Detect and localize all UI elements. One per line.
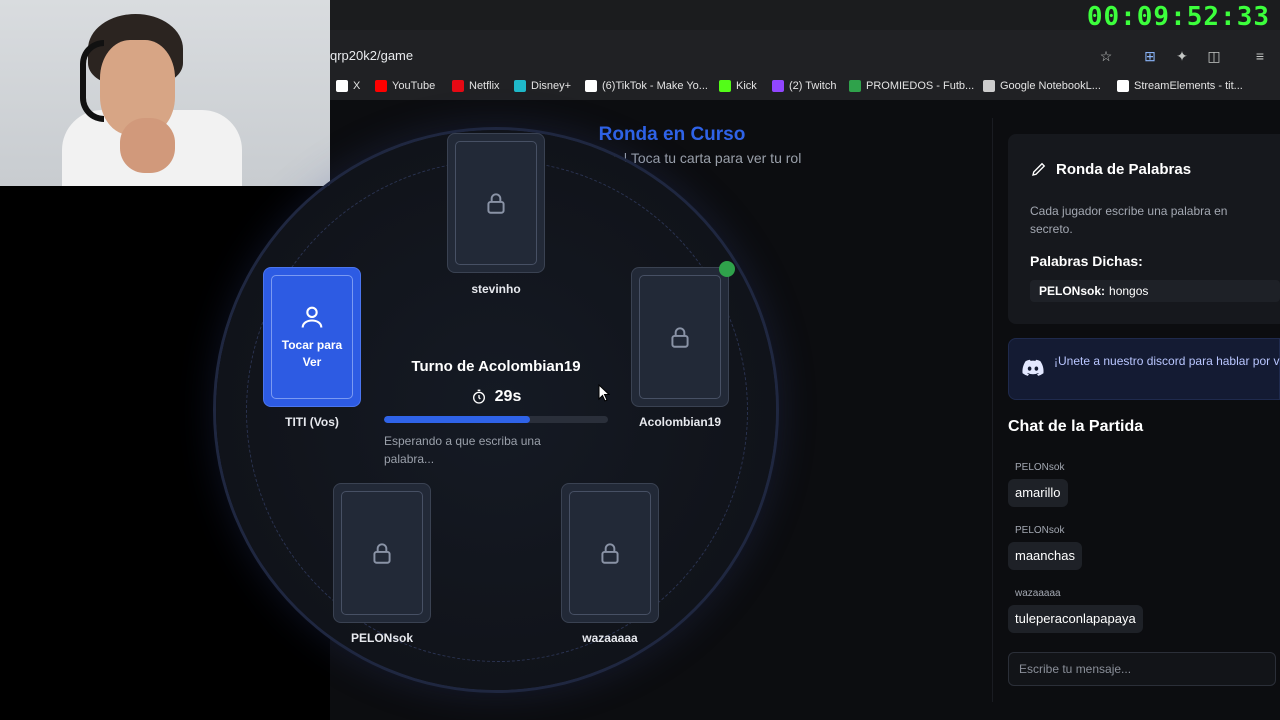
ready-indicator bbox=[719, 261, 735, 277]
url-text[interactable]: qrp20k2/game bbox=[330, 48, 413, 63]
player-name-bottom-right: wazaaaaa bbox=[582, 631, 638, 645]
bookmark-item[interactable]: YouTube bbox=[375, 80, 435, 92]
seconds-left: 29s bbox=[494, 388, 522, 405]
words-panel-title: Ronda de Palabras bbox=[1030, 160, 1191, 178]
chat-message: maanchas bbox=[1008, 542, 1082, 570]
notebooklm-icon bbox=[983, 80, 995, 92]
youtube-icon bbox=[375, 80, 387, 92]
kick-icon bbox=[719, 80, 731, 92]
bookmark-label: Kick bbox=[736, 80, 757, 92]
chat-title: Chat de la Partida bbox=[1008, 418, 1144, 435]
disney-icon bbox=[514, 80, 526, 92]
player-name-top: stevinho bbox=[471, 282, 521, 296]
streamelements-icon bbox=[1117, 80, 1129, 92]
pencil-icon bbox=[1032, 162, 1046, 176]
bookmark-item[interactable]: Disney+ bbox=[514, 80, 571, 92]
player-card-wazaaaaa bbox=[561, 483, 659, 623]
chat-message-user: PELONsok bbox=[1015, 525, 1065, 536]
player-card-acolombian19 bbox=[631, 267, 729, 407]
stream-timer: 00:09:52:33 bbox=[1086, 2, 1270, 32]
waiting-text: Esperando a que escriba una palabra... bbox=[384, 434, 541, 466]
bookmark-label: Google NotebookL... bbox=[1000, 80, 1101, 92]
x-icon bbox=[336, 80, 348, 92]
lock-icon bbox=[601, 543, 619, 564]
lock-icon bbox=[373, 543, 391, 564]
player-name-left: TITI (Vos) bbox=[285, 415, 339, 429]
netflix-icon bbox=[452, 80, 464, 92]
bookmark-item[interactable]: Netflix bbox=[452, 80, 500, 92]
bookmark-item[interactable]: (6)TikTok - Make Yo... bbox=[585, 80, 708, 92]
my-card[interactable]: Tocar para Ver bbox=[263, 267, 361, 407]
bookmark-label: Disney+ bbox=[531, 80, 572, 92]
chat-message: amarillo bbox=[1008, 479, 1068, 507]
lock-icon bbox=[671, 327, 689, 348]
bookmark-item[interactable]: (2) Twitch bbox=[772, 80, 836, 92]
player-card-pelonsok bbox=[333, 483, 431, 623]
extension-icon[interactable]: ✦ bbox=[1172, 46, 1192, 66]
bookmark-item[interactable]: StreamElements - tit... bbox=[1117, 80, 1243, 92]
webcam-overlay bbox=[0, 0, 330, 186]
bookmark-label: X bbox=[353, 80, 361, 92]
words-panel-title-text: Ronda de Palabras bbox=[1056, 160, 1192, 178]
said-word: hongos bbox=[1109, 284, 1149, 298]
said-word-item: PELONsok: hongos bbox=[1030, 280, 1280, 302]
said-words-heading: Palabras Dichas: bbox=[1030, 253, 1143, 269]
player-name-bottom-left: PELONsok bbox=[350, 631, 413, 645]
stopwatch-icon bbox=[472, 389, 485, 404]
bookmark-label: Netflix bbox=[469, 80, 500, 92]
bookmark-item[interactable]: X bbox=[336, 80, 360, 92]
my-card-label: Tocar para Ver bbox=[281, 338, 343, 369]
discord-icon bbox=[1022, 359, 1044, 376]
discord-banner-text[interactable]: ¡Unete a nuestro discord para hablar por… bbox=[1054, 352, 1280, 370]
user-icon bbox=[301, 306, 323, 328]
turn-progress-bar bbox=[384, 416, 608, 423]
sidebar-divider bbox=[992, 118, 993, 702]
chat-message-user: PELONsok bbox=[1015, 462, 1065, 473]
lock-icon bbox=[487, 193, 505, 214]
bookmark-label: StreamElements - tit... bbox=[1134, 80, 1243, 92]
bookmarks-bar: X YouTube Netflix Disney+ (6)TikTok - Make Y… bbox=[330, 76, 1280, 100]
bookmark-label: PROMIEDOS - Futb... bbox=[866, 80, 975, 92]
twitch-icon bbox=[772, 80, 784, 92]
translate-icon[interactable]: ⊞ bbox=[1140, 46, 1160, 66]
chat-input[interactable]: Escribe tu mensaje... bbox=[1008, 652, 1276, 686]
turn-indicator: Turno de Acolombian19 bbox=[411, 358, 581, 375]
tiktok-icon bbox=[585, 80, 597, 92]
bookmark-label: (2) Twitch bbox=[789, 80, 837, 92]
star-icon[interactable]: ☆ bbox=[1096, 46, 1116, 66]
bookmark-label: (6)TikTok - Make Yo... bbox=[602, 80, 708, 92]
words-panel-description: Cada jugador escribe una palabra en secr… bbox=[1030, 204, 1228, 236]
said-word-user: PELONsok: bbox=[1039, 284, 1106, 298]
player-card-stevinho bbox=[447, 133, 545, 273]
chat-message: tuleperaconlapapaya bbox=[1008, 605, 1143, 633]
puzzle-icon[interactable]: ◫ bbox=[1204, 46, 1224, 66]
player-name-right: Acolombian19 bbox=[638, 415, 722, 429]
bookmark-label: YouTube bbox=[392, 80, 436, 92]
chat-message-user: wazaaaaa bbox=[1015, 588, 1061, 599]
turn-countdown: 29s bbox=[386, 388, 606, 406]
turn-progress-fill bbox=[384, 416, 530, 423]
address-bar[interactable]: qrp20k2/game ☆ ⊞ ✦ ◫ ≡ bbox=[330, 36, 1280, 76]
promiedos-icon bbox=[849, 80, 861, 92]
bookmark-item[interactable]: Google NotebookL... bbox=[983, 80, 1101, 92]
mouse-cursor bbox=[598, 384, 610, 402]
bookmark-item[interactable]: PROMIEDOS - Futb... bbox=[849, 80, 974, 92]
playlist-icon[interactable]: ≡ bbox=[1250, 46, 1270, 66]
bookmark-item[interactable]: Kick bbox=[719, 80, 757, 92]
